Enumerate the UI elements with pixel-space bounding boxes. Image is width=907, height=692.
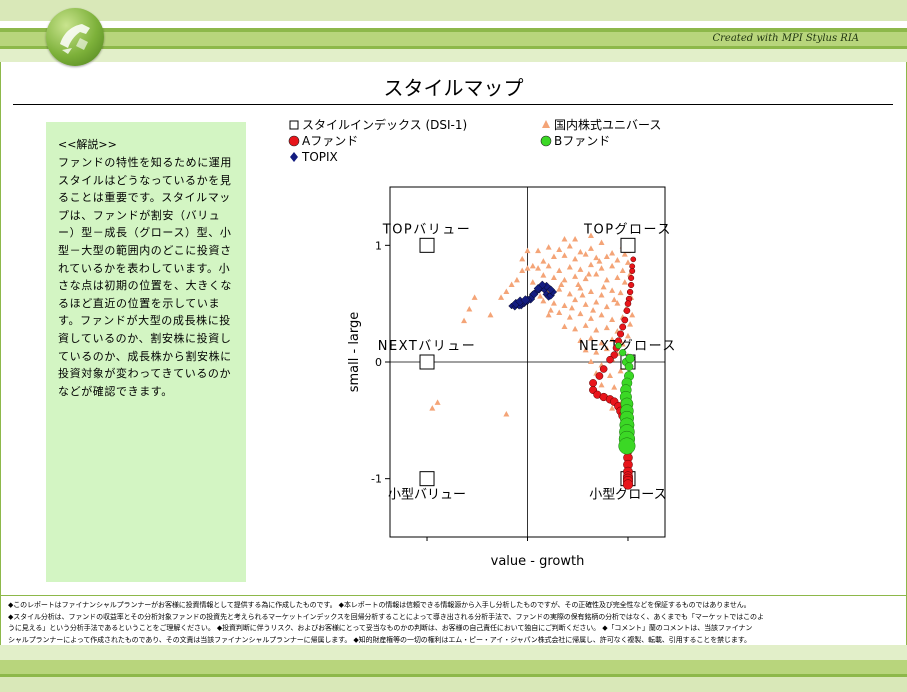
fund-b-point [625,353,635,364]
y-tick-label: 0 [375,356,382,369]
disclaimer-line: ◆スタイル分析は、ファンドの収益率とその分析対象ファンドの投資先と考えられるマー… [8,612,764,621]
fund-a-point [595,372,604,380]
x-axis-label: value - growth [491,554,585,569]
legend-triangle-icon [542,120,550,128]
fund-a-point [629,268,636,274]
style-index-box [419,354,435,370]
style-index-box [620,237,636,253]
legend-label: Aファンド [302,134,358,148]
disclaimer-line: うに見える」という分析手法であるということをご理解ください。 ◆投資判断に伴うリ… [8,624,753,632]
footer-stripe-light [0,645,907,660]
style-index-label: 小型バリュー [388,488,466,503]
legend-item: Aファンド [288,134,358,148]
fund-a-point [626,288,634,296]
legend-item: 国内株式ユニバース [542,117,661,132]
commentary-panel: <<解説>> ファンドの特性を知るために運用スタイルはどうなっているかを見ること… [46,122,246,582]
fund-a-point [630,256,637,263]
header-stripe-light [0,49,907,62]
y-tick-label: -1 [371,473,382,486]
fund-a-point [622,479,634,490]
legend-item: Bファンド [540,134,610,148]
fund-a-point [628,281,635,289]
legend-circle-icon [288,135,300,147]
fund-a-point [606,355,614,364]
logo-badge [46,8,104,66]
title-divider [13,104,893,105]
commentary-title: <<解説>> [58,138,117,151]
fund-a-point [599,365,608,373]
fund-b-point [618,437,636,455]
fund-a-point [628,274,635,282]
legend-item: スタイルインデックス (DSI-1) [289,117,467,132]
style-index-box [419,237,435,253]
legend-label: TOPIX [301,150,338,164]
style-index-box [419,471,435,487]
disclaimer-line: ◆このレポートはファイナンシャルプランナーがお客様に投資情報として提供する為に作… [8,601,751,609]
page-title: スタイルマップ [383,76,524,100]
style-index-label: TOPグロース [583,222,672,237]
credit-text: Created with MPI Stylus RIA [712,33,860,44]
legend-label: スタイルインデックス (DSI-1) [302,117,467,132]
disclaimer: ◆このレポートはファイナンシャルプランナーがお客様に投資情報として提供する為に作… [8,600,898,646]
y-axis-label: small - large [347,312,362,393]
legend-label: 国内株式ユニバース [554,117,661,132]
fund-b-point [624,362,634,371]
header-band-gap [0,21,907,28]
fund-a-point [624,300,632,307]
commentary-body: ファンドの特性を知るために運用スタイルはどうなっているかを見ることは重要です。ス… [58,156,232,398]
frame-left [0,62,1,645]
legend-item: TOPIX [290,150,338,164]
legend-circle-icon [540,135,552,147]
legend-diamond-icon [290,152,298,162]
fund-b-point [615,342,622,349]
fund-a-point [621,316,629,324]
style-index-label: NEXTグロース [579,339,677,354]
footer-stripe-mid [0,660,907,674]
fund-a-point [589,379,598,387]
header-band-top [0,0,907,21]
logo-emblem-icon [60,24,90,54]
fund-a-point [617,330,625,338]
fund-a-point [623,307,631,314]
style-index-label: NEXTバリュー [378,339,477,354]
legend-square-icon [289,120,299,130]
style-index-label: TOPバリュー [382,222,472,237]
footer-band-bottom [0,677,907,692]
style-index-label: 小型グロース [589,488,666,503]
fund-b-point [619,349,627,357]
y-tick-label: 1 [375,239,382,252]
style-map-chart: スタイルインデックス (DSI-1) 国内株式ユニバース Aファンド Bファンド TOP… [288,117,677,569]
footer-divider [0,595,907,596]
legend-label: Bファンド [554,134,610,148]
fund-a-point [619,323,627,331]
